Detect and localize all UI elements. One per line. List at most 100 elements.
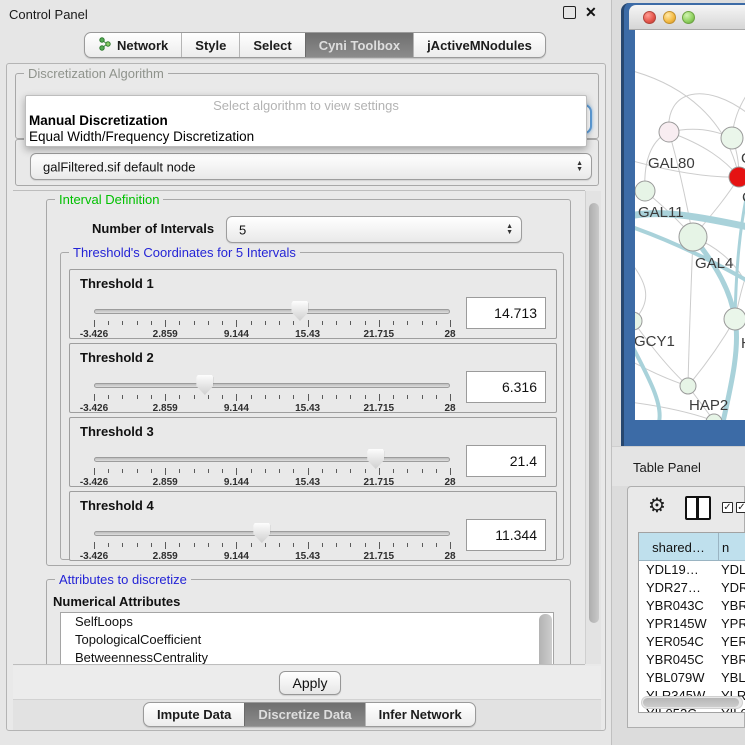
network-node[interactable] <box>706 414 722 420</box>
slider-track[interactable] <box>94 383 450 388</box>
minimize-traffic-icon[interactable] <box>663 11 676 24</box>
checkbox-icon[interactable]: ✓ <box>736 502 745 513</box>
table-cell[interactable]: YDL19… <box>639 561 719 579</box>
slider-tick-label: -3.426 <box>80 477 108 488</box>
threshold-value-field[interactable]: 6.316 <box>466 371 546 403</box>
threshold-value-field[interactable]: 14.713 <box>466 297 546 329</box>
table-cell[interactable]: YER054C <box>639 633 719 651</box>
table-row[interactable]: YDR27…YDR2 <box>639 579 745 597</box>
slider-track[interactable] <box>94 457 450 462</box>
slider-tick <box>379 542 380 549</box>
table-row[interactable]: YBR045CYBR0 <box>639 651 745 669</box>
numerical-attributes-list[interactable]: SelfLoopsTopologicalCoefficientBetweenne… <box>60 612 554 665</box>
table-header-name[interactable]: n <box>719 533 745 560</box>
slider-tick <box>137 395 138 399</box>
attribute-list-item[interactable]: BetweennessCentrality <box>61 649 553 665</box>
slider-track[interactable] <box>94 531 450 536</box>
table-row[interactable]: YDL19…YDL1 <box>639 561 745 579</box>
threshold-value-field[interactable]: 21.4 <box>466 445 546 477</box>
tab-network[interactable]: Network <box>85 33 181 57</box>
network-graph[interactable]: GAL80GACGAL11GAL4GCY1HHAP2 <box>635 30 745 420</box>
network-node[interactable] <box>729 167 745 187</box>
tab-cyni-toolbox[interactable]: Cyni Toolbox <box>305 33 413 57</box>
table-cell[interactable]: YDR27… <box>639 579 719 597</box>
node-attribute-table[interactable]: shared… n YDL19…YDL1YDR27…YDR2YBR043CYBR… <box>638 532 745 713</box>
slider-tick <box>236 394 237 401</box>
slider-tick-label: 28 <box>444 403 455 414</box>
table-row[interactable]: YER054CYER0 <box>639 633 745 651</box>
settings-vertical-scrollbar[interactable] <box>585 191 601 664</box>
threshold-slider[interactable]: -3.4262.8599.14415.4321.71528 <box>94 526 450 560</box>
network-edge[interactable] <box>669 132 693 237</box>
checkbox-icon[interactable]: ✓ <box>722 502 733 513</box>
scrollbar-thumb[interactable] <box>589 203 599 623</box>
tab-impute-data[interactable]: Impute Data <box>144 703 244 726</box>
table-cell[interactable]: YBL0 <box>719 669 745 687</box>
gear-icon[interactable]: ⚙ <box>648 493 666 518</box>
dropdown-option[interactable]: Manual Discretization <box>26 113 586 129</box>
zoom-traffic-icon[interactable] <box>682 11 695 24</box>
node-label: GAL4 <box>695 255 733 272</box>
threshold-slider[interactable]: -3.4262.8599.14415.4321.71528 <box>94 304 450 338</box>
threshold-value-field[interactable]: 11.344 <box>466 519 546 551</box>
tab-select[interactable]: Select <box>239 33 304 57</box>
number-of-intervals-combobox[interactable]: 5 ▲▼ <box>226 216 522 243</box>
table-cell[interactable]: YBR0 <box>719 651 745 669</box>
slider-tick <box>122 543 123 547</box>
network-node[interactable] <box>635 181 655 201</box>
threshold-slider[interactable]: -3.4262.8599.14415.4321.71528 <box>94 452 450 486</box>
slider-thumb[interactable] <box>253 523 270 543</box>
table-cell[interactable]: YDR2 <box>719 579 745 597</box>
threshold-slider[interactable]: -3.4262.8599.14415.4321.71528 <box>94 378 450 412</box>
network-node[interactable] <box>721 127 743 149</box>
table-horizontal-scrollbar[interactable] <box>641 696 743 709</box>
table-cell[interactable]: YBR043C <box>639 597 719 615</box>
table-row[interactable]: YPR145WYPR1 <box>639 615 745 633</box>
table-cell[interactable]: YBR0 <box>719 597 745 615</box>
network-node[interactable] <box>659 122 679 142</box>
dropdown-option[interactable]: Equal Width/Frequency Discretization <box>26 129 586 145</box>
slider-thumb[interactable] <box>291 301 308 321</box>
tab-style[interactable]: Style <box>181 33 239 57</box>
table-cell[interactable]: YBR045C <box>639 651 719 669</box>
slider-tick <box>251 543 252 547</box>
slider-thumb[interactable] <box>367 449 384 469</box>
close-window-icon[interactable]: ✕ <box>585 4 597 21</box>
slider-tick <box>436 321 437 325</box>
float-window-icon[interactable] <box>563 6 576 19</box>
table-row[interactable]: YBR043CYBR0 <box>639 597 745 615</box>
network-canvas[interactable]: GAL80GACGAL11GAL4GCY1HHAP2 <box>635 30 745 420</box>
network-edge[interactable] <box>688 237 693 386</box>
network-node[interactable] <box>724 308 745 330</box>
slider-tick-label: 9.144 <box>224 551 249 562</box>
slider-tick-label: 2.859 <box>153 551 178 562</box>
table-data-combobox[interactable]: galFiltered.sif default node ▲▼ <box>30 153 592 180</box>
attribute-list-item[interactable]: TopologicalCoefficient <box>61 631 553 649</box>
table-cell[interactable]: YPR1 <box>719 615 745 633</box>
tab-jactivemnodules[interactable]: jActiveMNodules <box>413 33 545 57</box>
network-node[interactable] <box>679 223 707 251</box>
slider-track[interactable] <box>94 309 450 314</box>
network-node[interactable] <box>635 312 642 330</box>
slider-tick <box>407 543 408 547</box>
attributes-list-scrollbar[interactable] <box>539 614 552 665</box>
split-column-icon[interactable] <box>685 496 711 520</box>
table-row[interactable]: YBL079WYBL0 <box>639 669 745 687</box>
network-node[interactable] <box>680 378 696 394</box>
close-traffic-icon[interactable] <box>643 11 656 24</box>
table-cell[interactable]: YPR145W <box>639 615 719 633</box>
scrollbar-thumb[interactable] <box>643 698 739 707</box>
apply-button[interactable]: Apply <box>279 671 341 695</box>
slider-thumb[interactable] <box>196 375 213 395</box>
network-view-window[interactable]: GAL80GACGAL11GAL4GCY1HHAP2 <box>621 3 745 446</box>
table-cell[interactable]: YER0 <box>719 633 745 651</box>
tab-infer-network[interactable]: Infer Network <box>365 703 475 726</box>
attribute-list-item[interactable]: SelfLoops <box>61 613 553 631</box>
tab-discretize-data[interactable]: Discretize Data <box>244 703 364 726</box>
network-edge[interactable] <box>688 319 735 386</box>
network-edge[interactable] <box>635 260 646 321</box>
table-cell[interactable]: YBL079W <box>639 669 719 687</box>
table-header-shared-name[interactable]: shared… <box>639 533 719 560</box>
tab-label: Network <box>117 38 168 53</box>
table-cell[interactable]: YDL1 <box>719 561 745 579</box>
